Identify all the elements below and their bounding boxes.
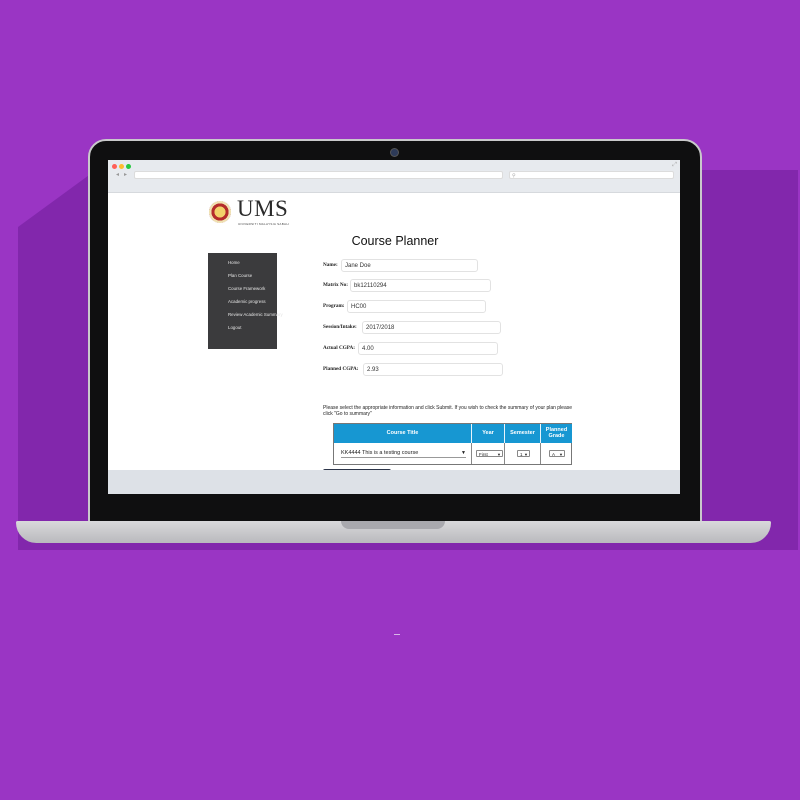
table-cell-course: KK4444 This is a testing course ▼	[334, 443, 472, 464]
column-header-course-title: Course Title	[334, 424, 472, 443]
semester-select[interactable]: 1 ▼	[517, 450, 530, 457]
expand-icon[interactable]: ⤢	[672, 162, 677, 169]
forward-icon[interactable]: ▸	[122, 172, 129, 179]
planned-grade-header-line2: Grade	[548, 433, 565, 439]
session-label: Session/Intake:	[323, 324, 357, 330]
sidebar: Home Plan Course Course Framework Academ…	[208, 253, 283, 349]
browser-search-input[interactable]: ⚲	[509, 171, 674, 179]
close-window-button[interactable]	[112, 164, 117, 169]
maximize-window-button[interactable]	[126, 164, 131, 169]
decorative-dash	[394, 634, 400, 635]
laptop-base-notch	[341, 521, 445, 529]
page-title: Course Planner	[351, 234, 439, 248]
planned-cgpa-label: Planned CGPA:	[323, 366, 359, 372]
university-seal-logo	[209, 201, 231, 223]
planned-cgpa-field[interactable]: 2.93	[363, 363, 503, 376]
logo-text: UMS	[237, 196, 289, 221]
back-icon[interactable]: ◂	[114, 172, 121, 179]
course-select-value: KK4444 This is a testing course	[341, 450, 419, 456]
actual-cgpa-label: Actual CGPA:	[323, 345, 356, 351]
table-cell-grade: A ▼	[541, 443, 572, 464]
sidebar-item-logout[interactable]: Logout	[208, 325, 277, 330]
year-select-value: First	[479, 452, 488, 457]
chevron-down-icon: ▼	[461, 450, 466, 456]
laptop-screen: ◂ ▸ ⚲ ⤢ UMS UNIVERSITI MALAYSIA SABAH Co…	[108, 160, 680, 494]
sidebar-item-review-academic-summary[interactable]: Review Academic Summary	[208, 312, 288, 317]
course-select[interactable]: KK4444 This is a testing course ▼	[341, 449, 466, 458]
chevron-down-icon: ▼	[559, 452, 563, 457]
grade-select[interactable]: A ▼	[549, 450, 565, 457]
sidebar-item-plan-course[interactable]: Plan Course	[208, 273, 277, 278]
sidebar-item-academic-progress[interactable]: Academic progress	[208, 299, 277, 304]
browser-bottom-strip	[108, 470, 680, 494]
sidebar-item-home[interactable]: Home	[208, 260, 277, 265]
sidebar-item-course-framework[interactable]: Course Framework	[208, 286, 277, 291]
session-field[interactable]: 2017/2018	[362, 321, 501, 334]
semester-select-value: 1	[520, 452, 523, 457]
table-cell-year: First ▼	[472, 443, 505, 464]
address-bar[interactable]	[134, 171, 503, 179]
course-plan-table: Course Title Year Semester Planned Grade…	[333, 423, 572, 465]
matrix-label: Matrix No:	[323, 282, 348, 288]
year-select[interactable]: First ▼	[476, 450, 503, 457]
program-field[interactable]: HC00	[347, 300, 486, 313]
column-header-planned-grade: Planned Grade	[541, 424, 572, 443]
actual-cgpa-field[interactable]: 4.00	[358, 342, 498, 355]
grade-select-value: A	[552, 452, 556, 457]
column-header-year: Year	[472, 424, 505, 443]
camera-icon	[391, 149, 398, 156]
minimize-window-button[interactable]	[119, 164, 124, 169]
column-header-semester: Semester	[505, 424, 541, 443]
name-label: Name:	[323, 262, 338, 268]
chevron-down-icon: ▼	[497, 452, 501, 457]
chevron-down-icon: ▼	[524, 452, 528, 457]
logo-subtext: UNIVERSITI MALAYSIA SABAH	[238, 222, 289, 226]
matrix-field[interactable]: bk12110294	[350, 279, 491, 292]
table-cell-semester: 1 ▼	[505, 443, 541, 464]
program-label: Program:	[323, 303, 345, 309]
instructions-text: Please select the appropriate informatio…	[323, 405, 573, 417]
browser-toolbar: ◂ ▸ ⚲ ⤢	[108, 160, 680, 193]
name-field[interactable]: Jane Doe	[341, 259, 478, 272]
search-icon: ⚲	[512, 173, 516, 179]
